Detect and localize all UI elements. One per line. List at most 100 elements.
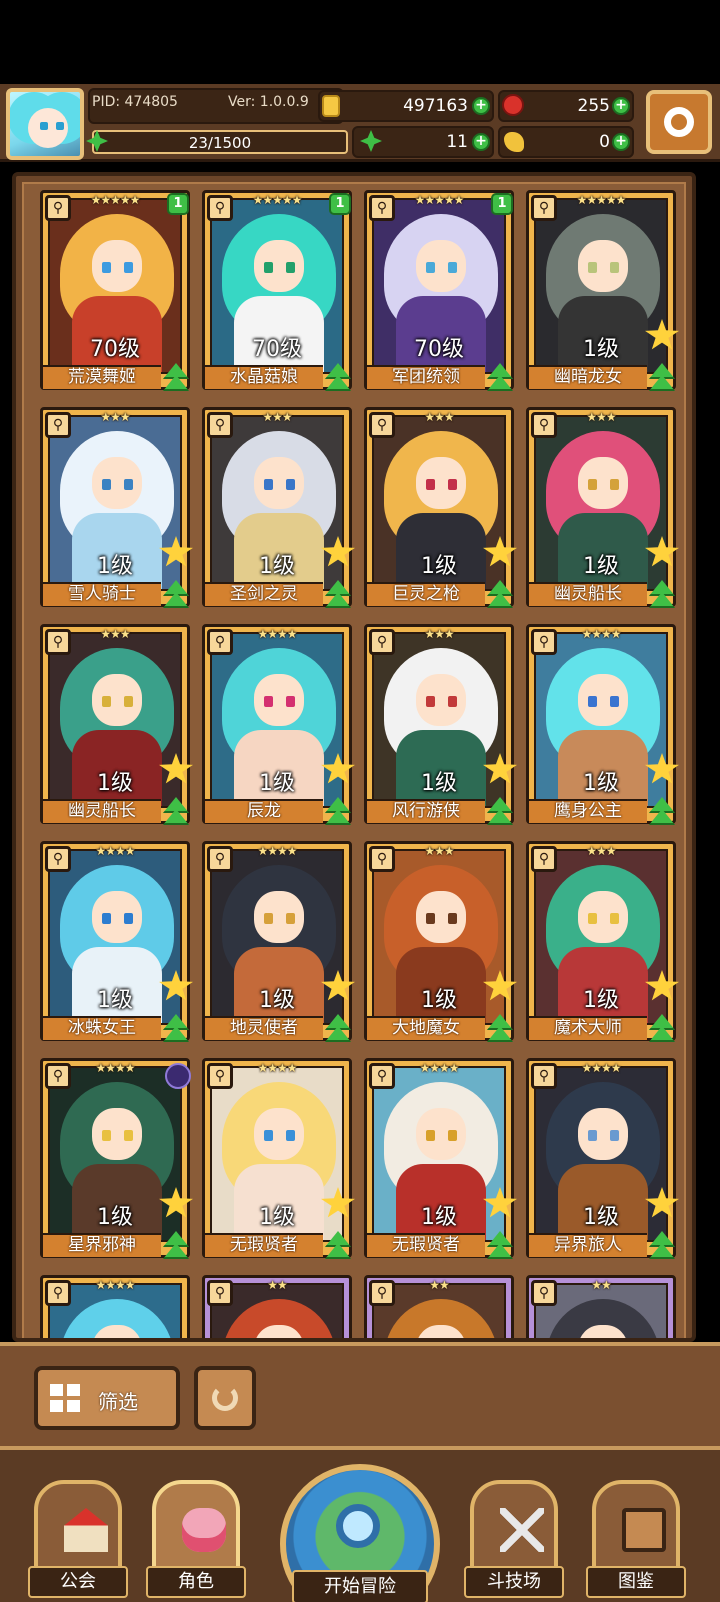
- character-card[interactable]: ⚲ ★★★★★ 1 70级 军团统领: [364, 190, 514, 390]
- upgrade-arrow-icon[interactable]: [321, 1229, 355, 1263]
- character-level: 1级: [583, 554, 619, 579]
- character-level: 1级: [583, 337, 619, 362]
- upgrade-arrow-icon[interactable]: [483, 795, 517, 829]
- character-name: 风行游侠: [392, 801, 460, 821]
- upgrade-arrow-icon[interactable]: [483, 1229, 517, 1263]
- character-card[interactable]: ⚲ ★★: [526, 1275, 676, 1338]
- character-level: 1级: [421, 554, 457, 579]
- character-name: 无瑕贤者: [230, 1235, 298, 1255]
- upgrade-arrow-icon[interactable]: [321, 1012, 355, 1046]
- character-card[interactable]: ⚲ ★★: [364, 1275, 514, 1338]
- character-level: 70级: [252, 337, 302, 362]
- character-card[interactable]: ⚲ ★★★★ 1级 无瑕贤者: [202, 1058, 355, 1258]
- upgrade-arrow-icon[interactable]: [159, 361, 193, 395]
- status-bar: [0, 0, 720, 84]
- nav-guild[interactable]: 公会: [28, 1480, 128, 1598]
- character-card[interactable]: ⚲ ★★: [202, 1275, 352, 1338]
- character-grid-panel: ⚲ ★★ ★★★ 1 70级荒漠舞姬 ⚲ ★★ ★★★ 1 70级 水晶菇娘 ⚲ ★★ ★★★ 1 70级 军团…: [12, 172, 696, 1342]
- refresh-button[interactable]: [194, 1366, 256, 1430]
- character-name: 鹰身公主: [554, 801, 622, 821]
- character-name: 辰龙: [247, 801, 281, 821]
- rarity-stars: ★★: [591, 1278, 612, 1292]
- character-card[interactable]: ⚲ ★★★★★ 1 70级 水晶菇娘: [202, 190, 352, 390]
- magnifier-icon: [336, 1504, 380, 1548]
- add-apple-button[interactable]: +: [612, 97, 630, 115]
- exp-bar: 23/1500: [92, 130, 348, 154]
- character-level: 1级: [421, 988, 457, 1013]
- character-name: 圣剑之灵: [230, 584, 298, 604]
- awaken-badge: 1: [167, 193, 189, 215]
- character-name: 魔术大师: [554, 1018, 622, 1038]
- character-card[interactable]: ⚲ ★★★★ 1级 鹰身公主: [526, 624, 679, 824]
- rarity-stars: ★★: [429, 1278, 450, 1292]
- character-card[interactable]: ⚲ ★★★ 1级 魔术大师: [526, 841, 679, 1041]
- add-clover-button[interactable]: +: [472, 133, 490, 151]
- nav-codex-label: 图鉴: [586, 1566, 686, 1598]
- settings-button[interactable]: [646, 90, 712, 154]
- player-avatar[interactable]: [6, 88, 84, 160]
- start-adventure-button[interactable]: 开始冒险: [274, 1456, 446, 1602]
- character-name: 雪人骑士: [68, 584, 136, 604]
- character-icon: [182, 1508, 226, 1552]
- character-name: 幽灵船长: [68, 801, 136, 821]
- character-card[interactable]: ⚲ ★★★★ 1级 无瑕贤者: [364, 1058, 517, 1258]
- upgrade-arrow-icon[interactable]: [321, 578, 355, 612]
- upgrade-arrow-icon[interactable]: [159, 578, 193, 612]
- rarity-stars: ★★★★: [581, 1061, 621, 1075]
- character-card[interactable]: ⚲ ★★★★★ 1 70级 荒漠舞姬: [40, 190, 190, 390]
- upgrade-arrow-icon[interactable]: [483, 1012, 517, 1046]
- upgrade-arrow-icon[interactable]: [645, 578, 679, 612]
- character-name: 大地魔女: [392, 1018, 460, 1038]
- upgrade-arrow-icon[interactable]: [159, 795, 193, 829]
- character-card[interactable]: ⚲ ★★★ 1级 雪人骑士: [40, 407, 193, 607]
- character-card[interactable]: ⚲ ★★★★ 1级 星界邪神: [40, 1058, 193, 1258]
- character-level: 1级: [97, 771, 133, 796]
- apple-value: 255: [577, 96, 610, 116]
- character-card[interactable]: ⚲ ★★★ 1级 幽灵船长: [40, 624, 193, 824]
- character-level: 1级: [97, 1205, 133, 1230]
- upgrade-arrow-icon[interactable]: [645, 1012, 679, 1046]
- character-card[interactable]: ⚲ ★★★ 1级 风行游侠: [364, 624, 517, 824]
- character-card[interactable]: ⚲ ★★★★ 1级 异界旅人: [526, 1058, 679, 1258]
- start-adventure-label: 开始冒险: [292, 1570, 428, 1602]
- character-level: 70级: [90, 337, 140, 362]
- upgrade-arrow-icon[interactable]: [159, 1229, 193, 1263]
- crossed-swords-icon: [500, 1508, 544, 1552]
- upgrade-arrow-icon[interactable]: [321, 361, 355, 395]
- nav-codex[interactable]: 图鉴: [586, 1480, 686, 1598]
- rarity-stars: ★★★: [586, 844, 616, 858]
- character-card[interactable]: ⚲ ★★★ 1级 幽灵船长: [526, 407, 679, 607]
- upgrade-arrow-icon[interactable]: [321, 795, 355, 829]
- rarity-stars: ★★★★★: [252, 193, 303, 207]
- character-card[interactable]: ⚲ ★★★ 1级 圣剑之灵: [202, 407, 355, 607]
- upgrade-arrow-icon[interactable]: [645, 1229, 679, 1263]
- upgrade-arrow-icon[interactable]: [483, 578, 517, 612]
- filter-button[interactable]: 筛选: [34, 1366, 180, 1430]
- grid-icon: [50, 1384, 80, 1412]
- character-name: 荒漠舞姬: [68, 367, 136, 387]
- apple-icon: [502, 94, 524, 116]
- character-card[interactable]: ⚲ ★★★★ 1级 辰龙: [202, 624, 355, 824]
- add-gold-button[interactable]: +: [472, 97, 490, 115]
- upgrade-arrow-icon[interactable]: [159, 1012, 193, 1046]
- character-card[interactable]: ⚲ ★★★ 1级 巨灵之枪: [364, 407, 517, 607]
- upgrade-arrow-icon[interactable]: [483, 361, 517, 395]
- character-card[interactable]: ⚲ ★★★★: [40, 1275, 190, 1338]
- filter-panel: 筛选: [0, 1342, 720, 1446]
- character-card[interactable]: ⚲ ★★★★★ 1级 幽暗龙女: [526, 190, 679, 390]
- upgrade-arrow-icon[interactable]: [645, 795, 679, 829]
- character-card[interactable]: ⚲ ★★★ 1级 大地魔女: [364, 841, 517, 1041]
- upgrade-arrow-icon[interactable]: [645, 361, 679, 395]
- filter-label: 筛选: [98, 1390, 138, 1414]
- add-horn-button[interactable]: +: [612, 133, 630, 151]
- character-level: 1级: [97, 988, 133, 1013]
- awaken-badge: 1: [491, 193, 513, 215]
- rarity-stars: ★★★★: [419, 1061, 459, 1075]
- character-card[interactable]: ⚲ ★★★★ 1级 冰蛛女王: [40, 841, 193, 1041]
- rarity-stars: ★★★★: [95, 844, 135, 858]
- character-level: 1级: [259, 554, 295, 579]
- character-card[interactable]: ⚲ ★★★★ 1级 地灵使者: [202, 841, 355, 1041]
- character-level: 1级: [583, 1205, 619, 1230]
- nav-arena[interactable]: 斗技场: [464, 1480, 564, 1598]
- nav-character[interactable]: 角色: [146, 1480, 246, 1598]
